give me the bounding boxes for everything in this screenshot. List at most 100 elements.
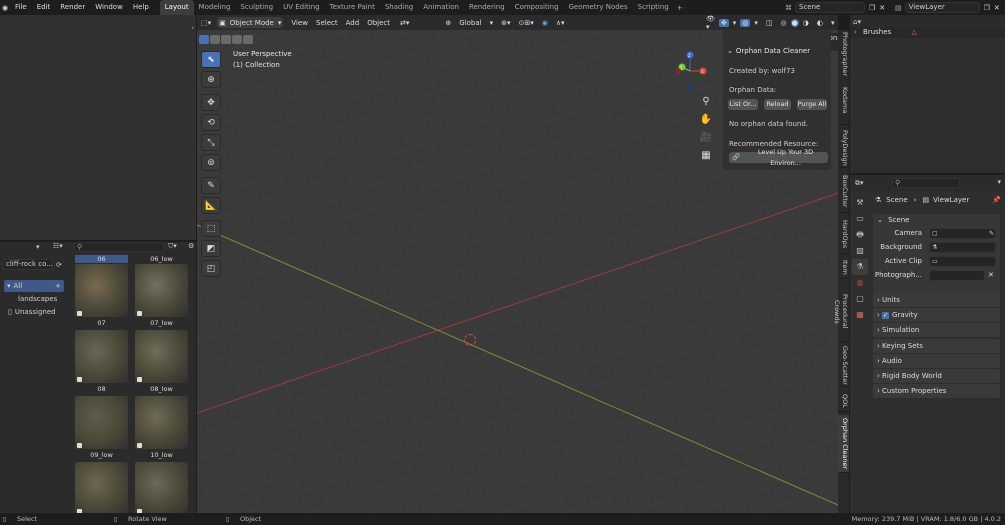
blender-logo-icon[interactable]: ◉ bbox=[0, 4, 10, 12]
asset-thumbnail[interactable] bbox=[75, 330, 128, 383]
menu-edit[interactable]: Edit bbox=[32, 0, 56, 15]
select-new-icon[interactable] bbox=[199, 35, 209, 44]
viewport-menu-view[interactable]: View bbox=[287, 19, 312, 27]
scale-tool[interactable]: ⤡ bbox=[201, 134, 221, 151]
visibility-icon[interactable]: 👁▾ bbox=[702, 15, 719, 31]
tab-shading[interactable]: Shading bbox=[380, 0, 418, 15]
section-custom-properties[interactable]: › Custom Properties bbox=[873, 384, 1000, 398]
brushes-row[interactable]: › Brushes △ bbox=[850, 28, 1005, 38]
new-viewlayer-icon[interactable]: ❐ bbox=[984, 4, 990, 12]
transform-tool[interactable]: ⊚ bbox=[201, 154, 221, 171]
tab-compositing[interactable]: Compositing bbox=[510, 0, 564, 15]
perspective-toggle-icon[interactable]: ▦ bbox=[697, 147, 715, 163]
prop-field-1[interactable]: ⚗ bbox=[929, 242, 996, 253]
section-units[interactable]: › Units bbox=[873, 293, 1000, 307]
texture-tab-icon[interactable]: ▦ bbox=[852, 307, 868, 323]
transform-orientation-dropdown[interactable]: ⊕ Global ▾ bbox=[441, 19, 497, 27]
asset-search-input[interactable]: ⚲ bbox=[74, 242, 164, 252]
world-tab-icon[interactable]: ◍ bbox=[852, 275, 868, 291]
add-workspace-button[interactable]: + bbox=[674, 4, 686, 12]
viewport-menu-object[interactable]: Object bbox=[363, 19, 394, 27]
menu-render[interactable]: Render bbox=[55, 0, 90, 15]
camera-view-icon[interactable]: 🎥 bbox=[697, 129, 715, 145]
tab-layout[interactable]: Layout bbox=[159, 0, 194, 15]
display-mode-icon[interactable]: ☷▾ bbox=[53, 242, 63, 250]
menu-help[interactable]: Help bbox=[128, 0, 154, 15]
reload-button[interactable]: Reload bbox=[764, 99, 791, 110]
sidebar-tab-hardops[interactable]: HardOps bbox=[838, 216, 849, 254]
sidebar-tab-qol[interactable]: QOL bbox=[838, 390, 849, 412]
annotate-tool[interactable]: ✎ bbox=[201, 177, 221, 194]
properties-type-icon[interactable]: ⧉▾ bbox=[855, 179, 864, 188]
gizmo-dropdown-icon[interactable]: ▾ bbox=[729, 19, 741, 27]
sidebar-tab-polydesign[interactable]: PolyDesign bbox=[838, 128, 849, 168]
pivot-icon[interactable]: ⊛▾ bbox=[497, 19, 514, 27]
proportional-edit-icon[interactable]: ◉ bbox=[538, 19, 552, 27]
editor-type-chevron-icon[interactable]: ▾ bbox=[36, 243, 40, 251]
xray-icon[interactable]: ◫ bbox=[762, 19, 777, 27]
asset-thumbnail[interactable] bbox=[135, 462, 188, 513]
new-scene-icon[interactable]: ❐ bbox=[869, 4, 875, 12]
menu-file[interactable]: File bbox=[10, 0, 32, 15]
select-intersect-icon[interactable] bbox=[243, 35, 253, 44]
asset-thumbnail[interactable] bbox=[135, 396, 188, 449]
mode-dropdown[interactable]: ▣ Object Mode ▾ bbox=[217, 17, 284, 28]
collection-tab-icon[interactable]: ▢ bbox=[852, 291, 868, 307]
prop-field-2[interactable]: ▭ bbox=[929, 256, 996, 267]
wireframe-shading-icon[interactable]: ◎ bbox=[777, 19, 791, 27]
shading-dropdown-icon[interactable]: ▾ bbox=[827, 19, 838, 27]
eyedropper-icon[interactable]: ✎ bbox=[989, 229, 994, 238]
select-invert-icon[interactable] bbox=[232, 35, 242, 44]
select-extend-icon[interactable] bbox=[210, 35, 220, 44]
section-keying-sets[interactable]: › Keying Sets bbox=[873, 339, 1000, 353]
section-gravity[interactable]: › ✓ Gravity bbox=[873, 308, 1000, 322]
add-cube-tool[interactable]: ⬚ bbox=[201, 220, 221, 237]
rendered-shading-icon[interactable]: ◐ bbox=[813, 19, 827, 27]
delete-scene-icon[interactable]: ✕ bbox=[879, 4, 885, 12]
filter-icon[interactable]: ⛉▾ bbox=[168, 242, 177, 251]
scene-name-field[interactable]: Scene bbox=[795, 2, 865, 13]
extra-tool-2[interactable]: ◰ bbox=[201, 260, 221, 277]
delete-viewlayer-icon[interactable]: ✕ bbox=[994, 4, 1000, 12]
section-rigid-body-world[interactable]: › Rigid Body World bbox=[873, 369, 1000, 383]
catalog-item-all[interactable]: ▾ All + bbox=[4, 280, 64, 292]
solid-shading-icon[interactable]: ● bbox=[790, 18, 799, 27]
sidebar-tab-kodama[interactable]: Kodama bbox=[838, 77, 849, 125]
tab-uv-editing[interactable]: UV Editing bbox=[278, 0, 325, 15]
tool-tab-icon[interactable]: ⚒ bbox=[852, 195, 868, 211]
editor-type-icon[interactable]: ⬚▾ bbox=[197, 19, 215, 27]
chevron-down-icon[interactable]: ▾ bbox=[997, 178, 1001, 186]
refresh-library-icon[interactable]: ⟳ bbox=[56, 261, 62, 269]
scene-section-header[interactable]: ⌄ Scene bbox=[873, 214, 1000, 227]
library-selector[interactable]: cliff-rock co... ⟳ bbox=[3, 259, 62, 270]
tab-sculpting[interactable]: Sculpting bbox=[235, 0, 278, 15]
overlay-dropdown-icon[interactable]: ▾ bbox=[750, 19, 762, 27]
properties-search-input[interactable]: ⚲ bbox=[892, 178, 960, 188]
asset-thumbnail[interactable] bbox=[75, 396, 128, 449]
catalog-item-unassigned[interactable]: ▯ Unassigned bbox=[4, 306, 64, 318]
prop-field-3[interactable] bbox=[929, 270, 985, 281]
measure-tool[interactable]: 📐 bbox=[201, 197, 221, 214]
resource-button[interactable]: 🔗 Level Up Your 3D Environ... bbox=[729, 148, 828, 167]
asset-thumbnail[interactable] bbox=[135, 264, 188, 317]
render-tab-icon[interactable]: ▭ bbox=[852, 211, 868, 227]
tab-animation[interactable]: Animation bbox=[418, 0, 464, 15]
tab-rendering[interactable]: Rendering bbox=[464, 0, 510, 15]
tab-modeling[interactable]: Modeling bbox=[194, 0, 236, 15]
zoom-icon[interactable]: ⚲ bbox=[697, 93, 715, 109]
section-simulation[interactable]: › Simulation bbox=[873, 323, 1000, 337]
panel-header[interactable]: ⌄ Orphan Data Cleaner bbox=[727, 47, 810, 55]
pin-icon[interactable]: 📌 bbox=[992, 196, 1001, 204]
pan-hand-icon[interactable]: ✋ bbox=[697, 111, 715, 127]
material-shading-icon[interactable]: ◑ bbox=[799, 19, 813, 27]
sidebar-tab-photographer[interactable]: Photographer bbox=[838, 32, 849, 76]
sidebar-tab-procedural-crowds[interactable]: Procedural Crowds bbox=[833, 282, 849, 342]
overlay-toggle-icon[interactable]: ◍ bbox=[740, 18, 751, 27]
tab-texture-paint[interactable]: Texture Paint bbox=[325, 0, 380, 15]
section-audio[interactable]: › Audio bbox=[873, 354, 1000, 368]
viewport-menu-select[interactable]: Select bbox=[312, 19, 342, 27]
viewlayer-selector[interactable]: ▤ ViewLayer ❐ ✕ bbox=[895, 2, 1000, 13]
tab-geometry-nodes[interactable]: Geometry Nodes bbox=[564, 0, 633, 15]
3d-cursor-icon[interactable] bbox=[464, 334, 476, 346]
viewport-menu-add[interactable]: Add bbox=[342, 19, 364, 27]
